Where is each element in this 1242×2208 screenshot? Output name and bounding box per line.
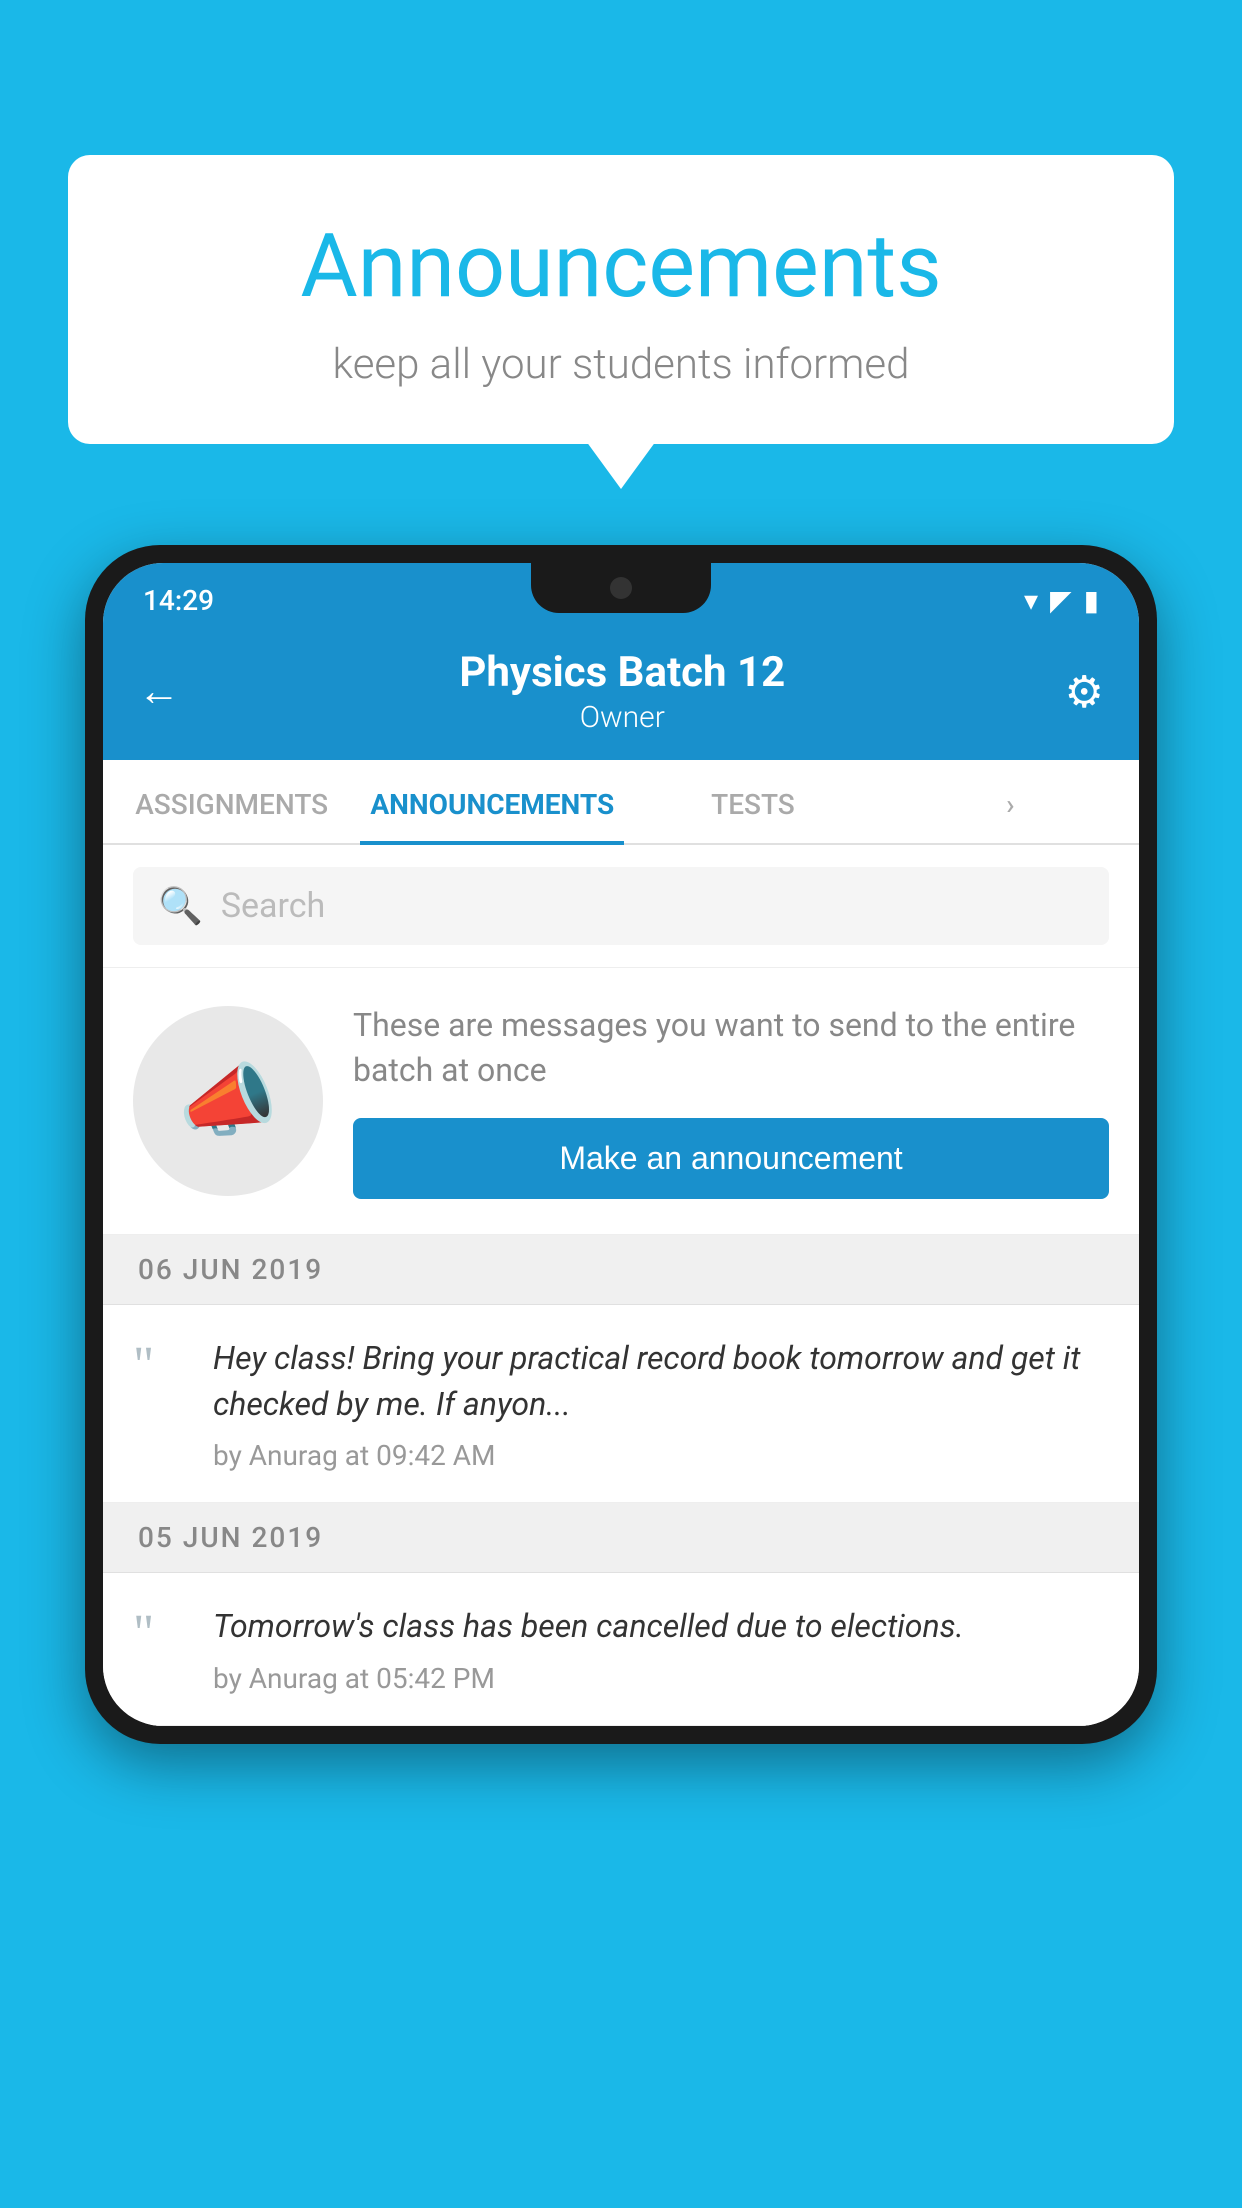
announcement-item-1[interactable]: " Hey class! Bring your practical record… (103, 1305, 1139, 1504)
speech-bubble-container: Announcements keep all your students inf… (68, 155, 1174, 444)
app-header: ← Physics Batch 12 Owner ⚙ (103, 628, 1139, 760)
search-input[interactable]: Search (221, 886, 325, 926)
search-icon: 🔍 (158, 885, 203, 927)
status-icons: ▾ ◤ ▮ (1024, 584, 1099, 617)
megaphone-icon: 📣 (178, 1054, 278, 1148)
camera (610, 577, 632, 599)
announcement-prompt: 📣 These are messages you want to send to… (103, 968, 1139, 1235)
back-button[interactable]: ← (138, 667, 180, 716)
header-center: Physics Batch 12 Owner (459, 648, 785, 735)
announcement-text-1: Hey class! Bring your practical record b… (213, 1335, 1109, 1428)
tab-more[interactable]: › (882, 760, 1139, 843)
announcement-meta-1: by Anurag at 09:42 AM (213, 1439, 1109, 1472)
announcement-meta-2: by Anurag at 05:42 PM (213, 1662, 1109, 1695)
bubble-subtitle: keep all your students informed (118, 340, 1124, 389)
phone-notch (531, 563, 711, 613)
header-subtitle: Owner (459, 700, 785, 735)
announcement-content-2: Tomorrow's class has been cancelled due … (213, 1603, 1109, 1694)
announcement-content-1: Hey class! Bring your practical record b… (213, 1335, 1109, 1473)
tab-assignments[interactable]: ASSIGNMENTS (103, 760, 360, 843)
announcement-description: These are messages you want to send to t… (353, 1003, 1109, 1093)
phone-mockup: 14:29 ▾ ◤ ▮ ← Physics Batch 12 Owner ⚙ (85, 545, 1157, 1744)
phone-screen: 14:29 ▾ ◤ ▮ ← Physics Batch 12 Owner ⚙ (103, 563, 1139, 1726)
make-announcement-button[interactable]: Make an announcement (353, 1118, 1109, 1199)
search-box[interactable]: 🔍 Search (133, 867, 1109, 945)
tab-announcements[interactable]: ANNOUNCEMENTS (360, 760, 624, 843)
tabs-bar: ASSIGNMENTS ANNOUNCEMENTS TESTS › (103, 760, 1139, 845)
quote-icon-1: " (133, 1340, 188, 1392)
bubble-title: Announcements (118, 215, 1124, 318)
announcement-item-2[interactable]: " Tomorrow's class has been cancelled du… (103, 1573, 1139, 1725)
speech-bubble: Announcements keep all your students inf… (68, 155, 1174, 444)
announcement-icon-circle: 📣 (133, 1006, 323, 1196)
date-divider-2: 05 JUN 2019 (103, 1503, 1139, 1573)
header-title: Physics Batch 12 (459, 648, 785, 697)
battery-icon: ▮ (1084, 584, 1099, 617)
phone-body: 14:29 ▾ ◤ ▮ ← Physics Batch 12 Owner ⚙ (85, 545, 1157, 1744)
wifi-icon: ▾ (1024, 584, 1038, 617)
announcement-text-2: Tomorrow's class has been cancelled due … (213, 1603, 1109, 1649)
settings-icon[interactable]: ⚙ (1065, 666, 1104, 718)
tab-tests[interactable]: TESTS (624, 760, 881, 843)
status-time: 14:29 (143, 584, 214, 617)
search-container: 🔍 Search (103, 845, 1139, 968)
quote-icon-2: " (133, 1608, 188, 1660)
signal-icon: ◤ (1050, 584, 1072, 617)
date-divider-1: 06 JUN 2019 (103, 1235, 1139, 1305)
announcement-right: These are messages you want to send to t… (353, 1003, 1109, 1199)
